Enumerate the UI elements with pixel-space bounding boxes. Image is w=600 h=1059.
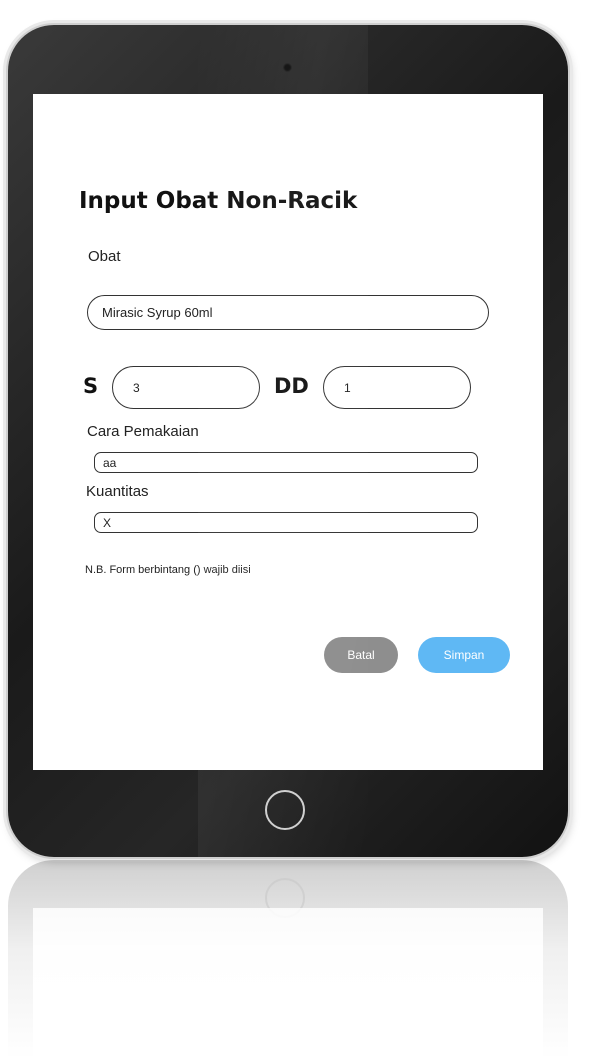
tablet-reflection	[8, 860, 568, 1059]
dd-input[interactable]	[323, 366, 471, 409]
obat-input[interactable]	[87, 295, 489, 330]
home-button[interactable]	[265, 790, 305, 830]
cara-pemakaian-input[interactable]	[94, 452, 478, 473]
dd-label: DD	[274, 374, 309, 398]
obat-label: Obat	[88, 248, 121, 265]
kuantitas-input[interactable]	[94, 512, 478, 533]
cara-pemakaian-label: Cara Pemakaian	[87, 423, 199, 440]
required-note: N.B. Form berbintang () wajib diisi	[85, 564, 251, 576]
camera-icon	[283, 63, 292, 72]
stage: Input Obat Non-Racik Obat S DD Cara Pema…	[0, 0, 600, 1059]
s-input[interactable]	[112, 366, 260, 409]
page-title: Input Obat Non-Racik	[79, 188, 358, 214]
tablet-screen: Input Obat Non-Racik Obat S DD Cara Pema…	[33, 94, 543, 770]
tablet-device: Input Obat Non-Racik Obat S DD Cara Pema…	[8, 25, 568, 857]
kuantitas-label: Kuantitas	[86, 483, 149, 500]
s-label: S	[83, 374, 99, 398]
save-button[interactable]: Simpan	[418, 637, 510, 673]
reflection-screen	[33, 908, 543, 1059]
cancel-button[interactable]: Batal	[324, 637, 398, 673]
